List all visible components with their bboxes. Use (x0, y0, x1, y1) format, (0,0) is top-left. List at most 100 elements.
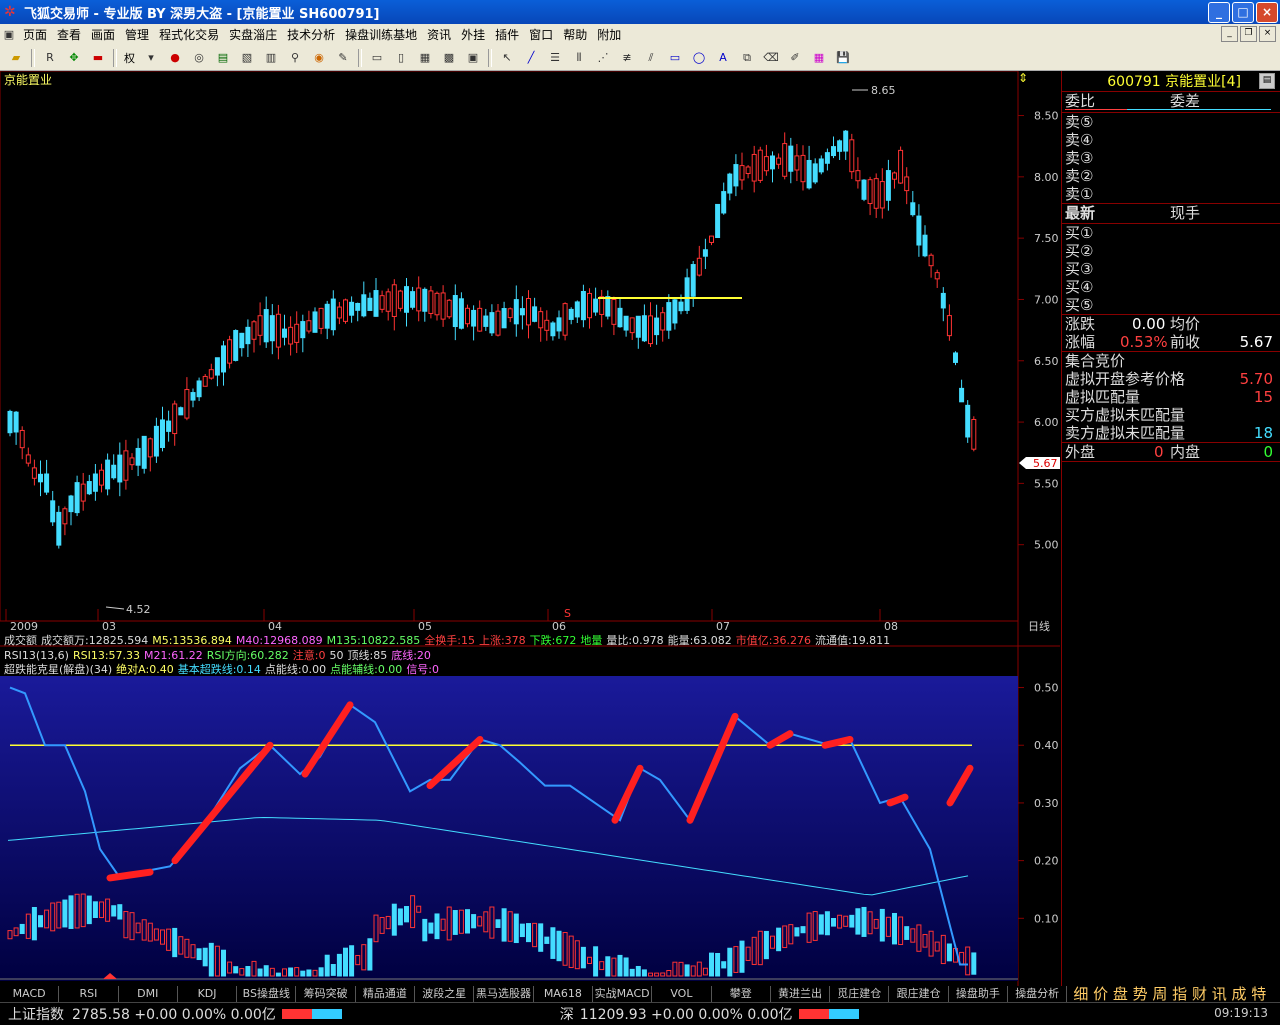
globe-icon[interactable]: ◉ (308, 47, 330, 69)
layout2-icon[interactable]: ▯ (390, 47, 412, 69)
menu-help[interactable]: 帮助 (558, 26, 592, 43)
tab-8[interactable]: 黑马选股器 (474, 986, 534, 1002)
sell-book: 卖⑤ 卖④ 卖③ 卖② 卖① (1062, 113, 1280, 204)
chart-area[interactable]: 8.50 8.00 7.50 7.00 6.50 6.00 5.50 5.00 2009 03 04… (0, 71, 1060, 986)
tab-15[interactable]: 跟庄建仓 (889, 986, 949, 1002)
tab-16[interactable]: 操盘助手 (949, 986, 1009, 1002)
candle-body (397, 290, 403, 309)
tab-4[interactable]: BS操盘线 (237, 986, 297, 1002)
candle-body (13, 411, 19, 433)
hline-tool-icon[interactable]: ☰ (544, 47, 566, 69)
parallel-tool-icon[interactable]: ⫽ (640, 47, 662, 69)
tab-0[interactable]: MACD (0, 986, 60, 1002)
lower-y-label-3: 0.20 (1034, 855, 1059, 868)
search-icon[interactable]: ⚲ (284, 47, 306, 69)
cursor-icon[interactable]: ↖ (496, 47, 518, 69)
minimize-button[interactable]: _ (1208, 2, 1230, 23)
tab-2[interactable]: DMI (119, 986, 178, 1002)
tab-1[interactable]: RSI (59, 986, 119, 1002)
weicha-label: 委差 (1170, 92, 1201, 110)
tab-10[interactable]: 实战MACD (593, 986, 653, 1002)
save-icon[interactable]: 💾 (832, 47, 854, 69)
copy-tool-icon[interactable]: ⧉ (736, 47, 758, 69)
menu-screen[interactable]: 画面 (86, 26, 120, 43)
sell1: 卖① (1065, 185, 1094, 203)
delete-icon[interactable]: ▬ (87, 47, 109, 69)
line-tool-icon[interactable]: ╱ (520, 47, 542, 69)
super-field-0: 超跌能克星(解盘)(34) (4, 663, 113, 676)
layout1-icon[interactable]: ▭ (366, 47, 388, 69)
mdi-restore-icon[interactable]: ❐ (1240, 26, 1257, 42)
menu-page[interactable]: 页面 (18, 26, 52, 43)
tools-icon[interactable]: ✎ (332, 47, 354, 69)
tab-3[interactable]: KDJ (178, 986, 238, 1002)
candle-body (696, 257, 702, 276)
candle-body (227, 339, 233, 364)
tab-13[interactable]: 黄进兰出 (771, 986, 831, 1002)
mdi-close-icon[interactable]: × (1259, 26, 1276, 42)
lower-candle (196, 948, 202, 961)
layout4-icon[interactable]: ▩ (438, 47, 460, 69)
fan-tool-icon[interactable]: ⋰ (592, 47, 614, 69)
tab-12[interactable]: 攀登 (712, 986, 771, 1002)
lower-candle (404, 906, 409, 923)
vline-tool-icon[interactable]: ⦀ (568, 47, 590, 69)
tab-17[interactable]: 操盘分析 (1008, 986, 1068, 1002)
candle-body (599, 296, 605, 315)
erase-tool-icon[interactable]: ⌫ (760, 47, 782, 69)
lower-candle (538, 923, 544, 952)
menu-training[interactable]: 操盘训练基地 (340, 26, 422, 43)
folder-icon[interactable]: ▰ (5, 47, 27, 69)
menu-live[interactable]: 实盘淄庄 (224, 26, 282, 43)
quick-links[interactable]: 细 价 盘 势 周 指 财 讯 成 特 解 (1067, 986, 1280, 1018)
copy-icon[interactable]: ▧ (236, 47, 258, 69)
y-tick-label-0: 8.50 (1034, 110, 1059, 123)
lower-candle (501, 908, 507, 942)
dropdown-arrow-icon[interactable]: ▾ (140, 47, 162, 69)
tab-7[interactable]: 波段之星 (415, 986, 475, 1002)
candle-body (361, 294, 367, 317)
layout3-icon[interactable]: ▦ (414, 47, 436, 69)
rsi-icon[interactable]: R (39, 47, 61, 69)
candle-body (489, 312, 495, 334)
vol-field-3: M40:12968.089 (235, 634, 323, 647)
vol-field-5: 全换手:15 (424, 634, 475, 647)
candle-body (355, 302, 361, 311)
tape-icon[interactable]: ◎ (188, 47, 210, 69)
palette-icon[interactable]: ▦ (808, 47, 830, 69)
menu-plugin-ext[interactable]: 外挂 (456, 26, 490, 43)
tab-9[interactable]: MA618 (534, 986, 593, 1002)
ellipse-tool-icon[interactable]: ◯ (688, 47, 710, 69)
book-icon[interactable]: ▥ (260, 47, 282, 69)
maximize-button[interactable]: □ (1232, 2, 1254, 23)
menu-manage[interactable]: 管理 (120, 26, 154, 43)
rights-dropdown[interactable]: 权 (120, 50, 139, 66)
clock: 09:19:13 (1214, 1006, 1268, 1020)
rect-tool-icon[interactable]: ▭ (664, 47, 686, 69)
mdi-minimize-icon[interactable]: _ (1221, 26, 1238, 42)
chart-icon[interactable]: ▤ (212, 47, 234, 69)
chart-canvas[interactable]: 8.508.007.507.006.506.005.505.002009 03 04… (0, 71, 1060, 986)
tab-6[interactable]: 精品通道 (356, 986, 416, 1002)
candle-body (404, 286, 409, 313)
menu-info[interactable]: 资讯 (422, 26, 456, 43)
tab-14[interactable]: 觅庄建仓 (830, 986, 890, 1002)
panel-toggle-button[interactable]: ▤ (1259, 73, 1275, 89)
channel-tool-icon[interactable]: ≢ (616, 47, 638, 69)
menu-extra[interactable]: 附加 (592, 26, 626, 43)
menu-tech-analysis[interactable]: 技术分析 (282, 26, 340, 43)
close-button[interactable]: × (1256, 2, 1278, 23)
pen-tool-icon[interactable]: ✐ (784, 47, 806, 69)
layout5-icon[interactable]: ▣ (462, 47, 484, 69)
record-icon[interactable]: ● (164, 47, 186, 69)
menu-view[interactable]: 查看 (52, 26, 86, 43)
text-tool-icon[interactable]: A (712, 47, 734, 69)
menu-window[interactable]: 窗口 (524, 26, 558, 43)
menu-plugins[interactable]: 插件 (490, 26, 524, 43)
move-icon[interactable]: ✥ (63, 47, 85, 69)
vol-field-8: 地量 (580, 634, 603, 647)
tab-11[interactable]: VOL (652, 986, 712, 1002)
tab-5[interactable]: 筹码突破 (296, 986, 356, 1002)
menu-program-trade[interactable]: 程式化交易 (154, 26, 224, 43)
mdi-icon[interactable]: ▣ (1, 24, 17, 46)
